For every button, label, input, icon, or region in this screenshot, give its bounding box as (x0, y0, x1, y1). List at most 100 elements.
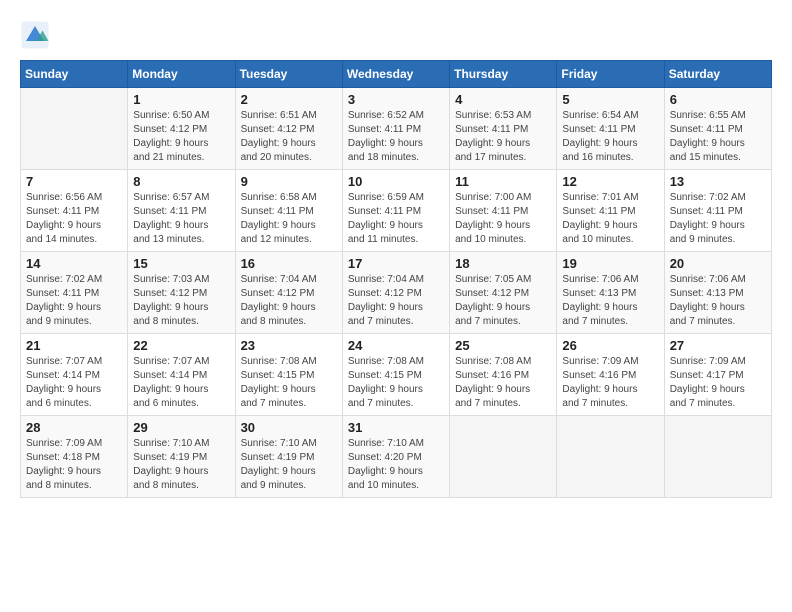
day-info: Sunrise: 7:09 AM Sunset: 4:18 PM Dayligh… (26, 437, 122, 493)
header-cell-thursday: Thursday (450, 61, 557, 88)
day-number: 21 (26, 338, 122, 353)
day-cell: 18Sunrise: 7:05 AM Sunset: 4:12 PM Dayli… (450, 252, 557, 334)
day-cell: 27 Sunrise: 7:09 AM Sunset: 4:17 PM Dayli… (664, 334, 771, 416)
day-number: 26 (562, 338, 658, 353)
day-cell: 7 Sunrise: 6:56 AM Sunset: 4:11 PM Daylig… (21, 170, 128, 252)
week-row-5: 28 Sunrise: 7:09 AM Sunset: 4:18 PM Dayli… (21, 416, 772, 498)
day-info: Sunrise: 7:06 AM Sunset: 4:13 PM Dayligh… (562, 273, 658, 329)
day-info: Sunrise: 7:09 AM Sunset: 4:17 PM Dayligh… (670, 355, 766, 411)
day-info: Sunrise: 7:02 AM Sunset: 4:11 PM Dayligh… (26, 273, 122, 329)
header-cell-saturday: Saturday (664, 61, 771, 88)
day-info: Sunrise: 7:10 AM Sunset: 4:20 PM Dayligh… (348, 437, 444, 493)
day-number: 17 (348, 256, 444, 271)
day-info: Sunrise: 7:01 AM Sunset: 4:11 PM Dayligh… (562, 191, 658, 247)
day-number: 1 (133, 92, 229, 107)
day-cell: 20Sunrise: 7:06 AM Sunset: 4:13 PM Dayli… (664, 252, 771, 334)
day-info: Sunrise: 7:10 AM Sunset: 4:19 PM Dayligh… (241, 437, 337, 493)
day-number: 6 (670, 92, 766, 107)
day-info: Sunrise: 6:54 AM Sunset: 4:11 PM Dayligh… (562, 109, 658, 165)
day-cell: 28 Sunrise: 7:09 AM Sunset: 4:18 PM Dayli… (21, 416, 128, 498)
day-cell: 1 Sunrise: 6:50 AM Sunset: 4:12 PM Daylig… (128, 88, 235, 170)
header-cell-friday: Friday (557, 61, 664, 88)
day-cell: 24 Sunrise: 7:08 AM Sunset: 4:15 PM Dayli… (342, 334, 449, 416)
day-info: Sunrise: 6:58 AM Sunset: 4:11 PM Dayligh… (241, 191, 337, 247)
page-header (20, 20, 772, 50)
day-cell: 5 Sunrise: 6:54 AM Sunset: 4:11 PM Daylig… (557, 88, 664, 170)
day-cell: 9Sunrise: 6:58 AM Sunset: 4:11 PM Daylig… (235, 170, 342, 252)
day-number: 29 (133, 420, 229, 435)
day-info: Sunrise: 6:51 AM Sunset: 4:12 PM Dayligh… (241, 109, 337, 165)
day-cell: 22Sunrise: 7:07 AM Sunset: 4:14 PM Dayli… (128, 334, 235, 416)
day-info: Sunrise: 7:00 AM Sunset: 4:11 PM Dayligh… (455, 191, 551, 247)
day-cell: 13 Sunrise: 7:02 AM Sunset: 4:11 PM Dayli… (664, 170, 771, 252)
day-number: 13 (670, 174, 766, 189)
day-info: Sunrise: 7:08 AM Sunset: 4:15 PM Dayligh… (348, 355, 444, 411)
header-cell-sunday: Sunday (21, 61, 128, 88)
day-number: 31 (348, 420, 444, 435)
day-cell (664, 416, 771, 498)
day-info: Sunrise: 6:59 AM Sunset: 4:11 PM Dayligh… (348, 191, 444, 247)
day-cell: 3 Sunrise: 6:52 AM Sunset: 4:11 PM Daylig… (342, 88, 449, 170)
day-cell: 8 Sunrise: 6:57 AM Sunset: 4:11 PM Daylig… (128, 170, 235, 252)
logo-icon (20, 20, 50, 50)
day-info: Sunrise: 6:56 AM Sunset: 4:11 PM Dayligh… (26, 191, 122, 247)
day-info: Sunrise: 7:02 AM Sunset: 4:11 PM Dayligh… (670, 191, 766, 247)
day-cell: 10 Sunrise: 6:59 AM Sunset: 4:11 PM Dayli… (342, 170, 449, 252)
day-cell: 19Sunrise: 7:06 AM Sunset: 4:13 PM Dayli… (557, 252, 664, 334)
week-row-1: 1 Sunrise: 6:50 AM Sunset: 4:12 PM Daylig… (21, 88, 772, 170)
header-row: SundayMondayTuesdayWednesdayThursdayFrid… (21, 61, 772, 88)
day-cell: 26 Sunrise: 7:09 AM Sunset: 4:16 PM Dayli… (557, 334, 664, 416)
day-number: 14 (26, 256, 122, 271)
calendar-body: 1 Sunrise: 6:50 AM Sunset: 4:12 PM Daylig… (21, 88, 772, 498)
day-number: 12 (562, 174, 658, 189)
day-info: Sunrise: 6:55 AM Sunset: 4:11 PM Dayligh… (670, 109, 766, 165)
logo (20, 20, 54, 50)
day-info: Sunrise: 7:03 AM Sunset: 4:12 PM Dayligh… (133, 273, 229, 329)
day-cell (450, 416, 557, 498)
day-number: 5 (562, 92, 658, 107)
week-row-3: 14 Sunrise: 7:02 AM Sunset: 4:11 PM Dayli… (21, 252, 772, 334)
day-info: Sunrise: 6:50 AM Sunset: 4:12 PM Dayligh… (133, 109, 229, 165)
header-cell-wednesday: Wednesday (342, 61, 449, 88)
day-cell: 25Sunrise: 7:08 AM Sunset: 4:16 PM Dayli… (450, 334, 557, 416)
day-number: 15 (133, 256, 229, 271)
day-info: Sunrise: 7:05 AM Sunset: 4:12 PM Dayligh… (455, 273, 551, 329)
day-info: Sunrise: 7:08 AM Sunset: 4:16 PM Dayligh… (455, 355, 551, 411)
day-number: 24 (348, 338, 444, 353)
day-cell: 4 Sunrise: 6:53 AM Sunset: 4:11 PM Daylig… (450, 88, 557, 170)
day-number: 3 (348, 92, 444, 107)
day-cell: 12 Sunrise: 7:01 AM Sunset: 4:11 PM Dayli… (557, 170, 664, 252)
day-cell: 14 Sunrise: 7:02 AM Sunset: 4:11 PM Dayli… (21, 252, 128, 334)
week-row-2: 7 Sunrise: 6:56 AM Sunset: 4:11 PM Daylig… (21, 170, 772, 252)
day-number: 23 (241, 338, 337, 353)
day-number: 8 (133, 174, 229, 189)
day-number: 28 (26, 420, 122, 435)
day-info: Sunrise: 6:57 AM Sunset: 4:11 PM Dayligh… (133, 191, 229, 247)
day-cell: 11Sunrise: 7:00 AM Sunset: 4:11 PM Dayli… (450, 170, 557, 252)
day-cell: 21 Sunrise: 7:07 AM Sunset: 4:14 PM Dayli… (21, 334, 128, 416)
week-row-4: 21 Sunrise: 7:07 AM Sunset: 4:14 PM Dayli… (21, 334, 772, 416)
day-info: Sunrise: 6:52 AM Sunset: 4:11 PM Dayligh… (348, 109, 444, 165)
day-cell: 16 Sunrise: 7:04 AM Sunset: 4:12 PM Dayli… (235, 252, 342, 334)
header-cell-tuesday: Tuesday (235, 61, 342, 88)
day-cell: 6 Sunrise: 6:55 AM Sunset: 4:11 PM Daylig… (664, 88, 771, 170)
day-info: Sunrise: 7:10 AM Sunset: 4:19 PM Dayligh… (133, 437, 229, 493)
calendar-header: SundayMondayTuesdayWednesdayThursdayFrid… (21, 61, 772, 88)
header-cell-monday: Monday (128, 61, 235, 88)
day-cell: 23Sunrise: 7:08 AM Sunset: 4:15 PM Dayli… (235, 334, 342, 416)
day-info: Sunrise: 7:04 AM Sunset: 4:12 PM Dayligh… (241, 273, 337, 329)
day-info: Sunrise: 6:53 AM Sunset: 4:11 PM Dayligh… (455, 109, 551, 165)
day-cell: 29 Sunrise: 7:10 AM Sunset: 4:19 PM Dayli… (128, 416, 235, 498)
day-info: Sunrise: 7:07 AM Sunset: 4:14 PM Dayligh… (26, 355, 122, 411)
day-info: Sunrise: 7:07 AM Sunset: 4:14 PM Dayligh… (133, 355, 229, 411)
day-cell (21, 88, 128, 170)
day-number: 4 (455, 92, 551, 107)
day-number: 7 (26, 174, 122, 189)
day-cell: 17Sunrise: 7:04 AM Sunset: 4:12 PM Dayli… (342, 252, 449, 334)
day-number: 16 (241, 256, 337, 271)
calendar-table: SundayMondayTuesdayWednesdayThursdayFrid… (20, 60, 772, 498)
day-number: 27 (670, 338, 766, 353)
day-info: Sunrise: 7:09 AM Sunset: 4:16 PM Dayligh… (562, 355, 658, 411)
day-cell: 31 Sunrise: 7:10 AM Sunset: 4:20 PM Dayli… (342, 416, 449, 498)
day-number: 10 (348, 174, 444, 189)
